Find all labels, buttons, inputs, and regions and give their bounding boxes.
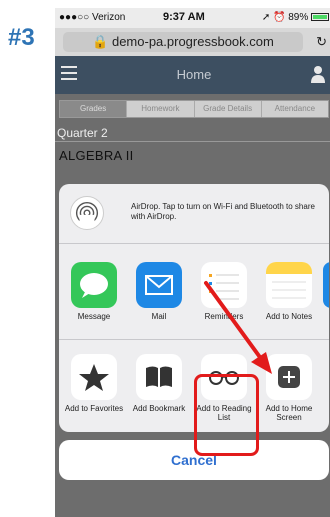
- tutorial-screenshot: #3 ●●●○○ Verizon 9:37 AM ➚ ⏰ 89% 🔒 demo-…: [0, 0, 330, 517]
- annotation-arrow: [204, 281, 272, 374]
